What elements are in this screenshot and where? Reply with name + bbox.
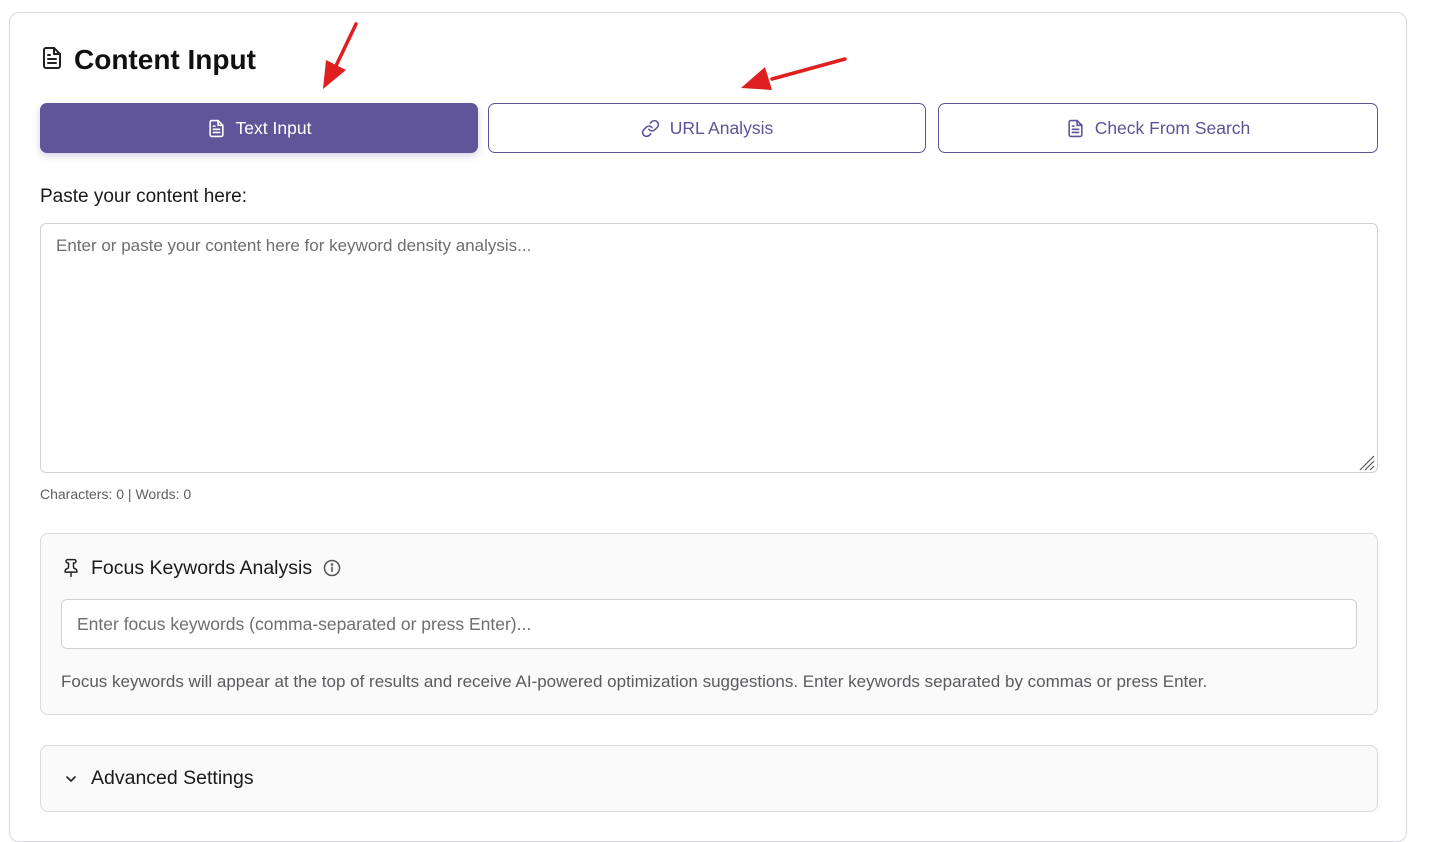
- document-icon: [40, 46, 64, 75]
- tab-text-input[interactable]: Text Input: [40, 103, 478, 153]
- chevron-down-icon: [66, 775, 76, 782]
- link-icon: [641, 119, 659, 137]
- focus-keywords-help: Focus keywords will appear at the top of…: [61, 672, 1208, 691]
- tab-label: Text Input: [235, 117, 312, 138]
- tab-check-from-search[interactable]: Check From Search: [938, 103, 1378, 153]
- character-word-count: Characters: 0 | Words: 0: [40, 486, 192, 502]
- page-title: Content Input: [74, 44, 256, 75]
- content-textarea[interactable]: [40, 223, 1378, 473]
- advanced-settings-title: Advanced Settings: [91, 767, 254, 789]
- input-mode-tabs: Text Input URL Analysis Check From Searc…: [40, 103, 1378, 153]
- tab-label: Check From Search: [1094, 117, 1251, 138]
- resize-grip-icon[interactable]: [1356, 452, 1376, 472]
- content-label: Paste your content here:: [40, 186, 248, 207]
- tab-label: URL Analysis: [669, 117, 774, 138]
- info-icon[interactable]: [322, 558, 342, 578]
- advanced-settings-toggle[interactable]: Advanced Settings: [40, 745, 1378, 812]
- focus-keywords-header: Focus Keywords Analysis: [61, 554, 342, 582]
- document-icon: [1068, 119, 1083, 137]
- focus-keywords-input[interactable]: [61, 599, 1357, 649]
- tab-url-analysis[interactable]: URL Analysis: [488, 103, 926, 153]
- focus-keywords-panel: Focus Keywords Analysis Focus keywords w…: [40, 533, 1378, 715]
- pin-icon: [64, 558, 78, 578]
- page-header: Content Input: [40, 40, 256, 80]
- document-icon: [208, 119, 224, 137]
- focus-keywords-title: Focus Keywords Analysis: [91, 556, 313, 579]
